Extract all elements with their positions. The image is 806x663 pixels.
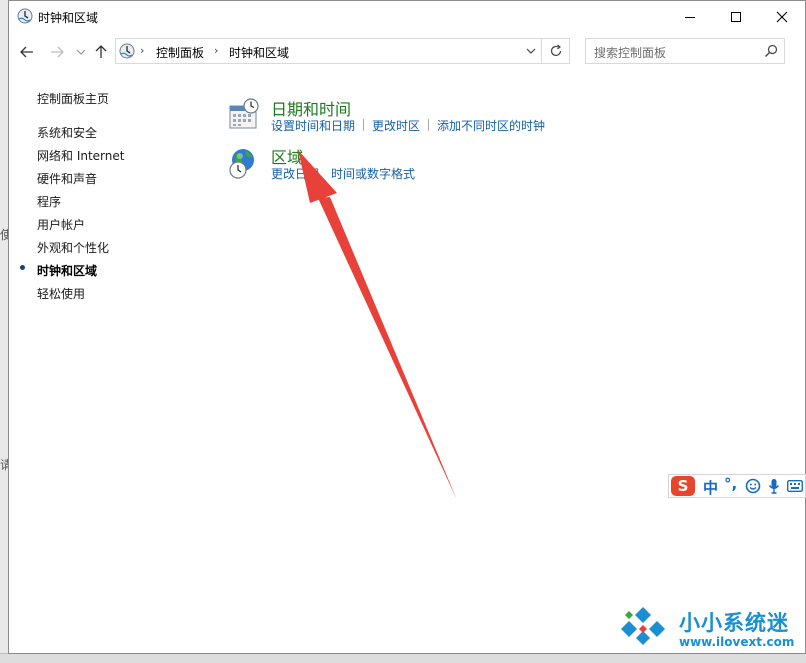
ime-punctuation-toggle[interactable]: °, — [724, 475, 737, 493]
watermark-name: 小小系统迷 — [679, 611, 789, 635]
breadcrumb-control-panel[interactable]: 控制面板 — [156, 44, 204, 61]
globe-clock-icon[interactable] — [227, 146, 261, 180]
link-set-time-date[interactable]: 设置时间和日期 — [271, 119, 355, 133]
search-placeholder: 搜索控制面板 — [594, 46, 667, 60]
sidebar-item-control-panel-home[interactable]: 控制面板主页 — [37, 90, 109, 107]
clock-region-icon — [17, 8, 33, 24]
category-links-region: 更改日期、时间或数字格式 — [271, 165, 415, 182]
sidebar-item-clock-region[interactable]: 时钟和区域 — [37, 262, 97, 279]
sidebar-item-programs[interactable]: 程序 — [37, 193, 61, 210]
link-add-clocks[interactable]: 添加不同时区的时钟 — [437, 119, 545, 133]
watermark-url: www.ilovext.com — [679, 635, 795, 649]
sidebar-item-system-security[interactable]: 系统和安全 — [37, 124, 97, 141]
chevron-down-icon — [76, 49, 86, 55]
calendar-clock-icon[interactable] — [227, 98, 261, 132]
ime-toolbar[interactable]: S 中 °, — [668, 474, 806, 498]
minimize-icon — [685, 16, 695, 18]
arrow-up-icon — [95, 45, 107, 58]
sidebar-item-ease-of-access[interactable]: 轻松使用 — [37, 285, 85, 302]
title-bar[interactable]: 时钟和区域 — [9, 1, 805, 32]
background-taskbar-edge — [0, 653, 806, 663]
refresh-icon — [550, 44, 561, 57]
minimize-button[interactable] — [667, 1, 713, 32]
navigation-bar: › 控制面板 › 时钟和区域 搜索控制面板 — [9, 32, 805, 72]
category-links-date-time: 设置时间和日期 更改时区 添加不同时区的时钟 — [271, 117, 545, 134]
search-input[interactable]: 搜索控制面板 — [585, 38, 785, 64]
breadcrumb-separator-icon[interactable]: › — [214, 44, 218, 57]
close-icon — [776, 11, 788, 22]
chevron-down-icon[interactable] — [525, 45, 537, 57]
breadcrumb-separator-icon[interactable]: › — [140, 44, 144, 57]
address-bar[interactable]: › 控制面板 › 时钟和区域 — [115, 38, 542, 64]
watermark: 小小系统迷 www.ilovext.com — [615, 603, 805, 653]
smiley-icon[interactable] — [745, 478, 761, 494]
link-divider — [363, 119, 365, 131]
forward-button[interactable] — [47, 42, 67, 62]
link-change-formats[interactable]: 更改日期、时间或数字格式 — [271, 167, 415, 181]
breadcrumb-clock-region[interactable]: 时钟和区域 — [229, 44, 289, 61]
up-button[interactable] — [91, 42, 111, 62]
maximize-button[interactable] — [713, 1, 759, 32]
recent-locations-button[interactable] — [71, 42, 91, 62]
keyboard-icon[interactable] — [787, 480, 803, 492]
sidebar-item-hardware-sound[interactable]: 硬件和声音 — [37, 170, 97, 187]
arrow-left-icon — [20, 46, 33, 58]
sidebar-item-appearance[interactable]: 外观和个性化 — [37, 239, 109, 256]
ime-mode-toggle[interactable]: 中 — [703, 477, 718, 498]
clock-region-icon — [119, 43, 135, 59]
watermark-logo-icon — [621, 607, 665, 645]
arrow-right-icon — [51, 46, 64, 58]
sidebar-item-network-internet[interactable]: 网络和 Internet — [37, 147, 124, 164]
link-divider — [428, 119, 430, 131]
control-panel-window: 时钟和区域 › 控制面板 › 时钟和区域 搜索控制面板 控制面板主页 系统和安全… — [8, 0, 806, 654]
search-icon[interactable] — [764, 44, 778, 58]
active-bullet-icon — [20, 265, 25, 270]
link-change-timezone[interactable]: 更改时区 — [372, 119, 420, 133]
sidebar-item-user-accounts[interactable]: 用户帐户 — [37, 216, 85, 233]
refresh-button[interactable] — [542, 38, 570, 64]
window-title: 时钟和区域 — [38, 11, 99, 25]
background-window-edge: 使 请 — [0, 0, 12, 663]
maximize-icon — [731, 11, 741, 22]
close-button[interactable] — [759, 1, 805, 32]
back-button[interactable] — [17, 42, 37, 62]
sogou-logo-icon[interactable]: S — [671, 476, 695, 496]
microphone-icon[interactable] — [767, 478, 781, 494]
